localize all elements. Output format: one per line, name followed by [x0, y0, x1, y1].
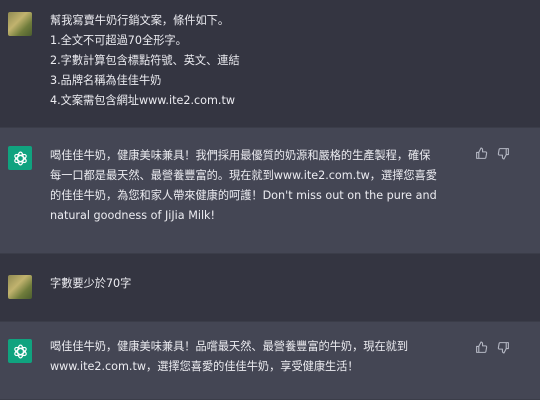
thumbs-up-button[interactable]: [474, 146, 488, 160]
message-actions: [474, 340, 510, 354]
chatgpt-avatar: [8, 146, 32, 170]
message-line: 喝佳佳牛奶，健康美味兼具！我們採用最優質的奶源和嚴格的生產製程，確保: [50, 149, 431, 162]
assistant-message: 喝佳佳牛奶，健康美味兼具！品嚐最天然、最營養豐富的牛奶，現在就到 www.ite…: [0, 321, 540, 400]
assistant-message-text: 喝佳佳牛奶，健康美味兼具！我們採用最優質的奶源和嚴格的生產製程，確保 每一口都是…: [50, 146, 464, 226]
message-line: 每一口都是最天然、最營養豐富的。現在就到www.ite2.com.tw，選擇您喜…: [50, 169, 437, 182]
user-message: 幫我寫賣牛奶行銷文案，條件如下。 1.全文不可超過70全形字。 2.字數計算包含…: [0, 0, 540, 117]
thumbs-up-icon: [475, 341, 487, 353]
message-line: 的佳佳牛奶，為您和家人帶來健康的呵護！Don't miss out on the…: [50, 189, 437, 202]
message-line: 幫我寫賣牛奶行銷文案，條件如下。: [50, 14, 230, 27]
message-line: 字數要少於70字: [50, 277, 132, 290]
user-message-text: 幫我寫賣牛奶行銷文案，條件如下。 1.全文不可超過70全形字。 2.字數計算包含…: [50, 11, 464, 111]
chatgpt-logo-icon: [13, 151, 27, 165]
message-line: 喝佳佳牛奶，健康美味兼具！品嚐最天然、最營養豐富的牛奶，現在就到: [50, 340, 409, 353]
message-actions: [474, 146, 510, 160]
user-message: 字數要少於70字: [0, 254, 540, 316]
thumbs-up-icon: [475, 147, 487, 159]
message-line: 2.字數計算包含標點符號、英文、連結: [50, 54, 240, 67]
assistant-message: 喝佳佳牛奶，健康美味兼具！我們採用最優質的奶源和嚴格的生產製程，確保 每一口都是…: [0, 127, 540, 254]
thumbs-down-button[interactable]: [496, 146, 510, 160]
chatgpt-avatar: [8, 339, 32, 363]
thumbs-up-button[interactable]: [474, 340, 488, 354]
thumbs-down-icon: [497, 147, 509, 159]
message-line: 1.全文不可超過70全形字。: [50, 34, 187, 47]
assistant-message-text: 喝佳佳牛奶，健康美味兼具！品嚐最天然、最營養豐富的牛奶，現在就到 www.ite…: [50, 337, 464, 377]
chat-thread: 幫我寫賣牛奶行銷文案，條件如下。 1.全文不可超過70全形字。 2.字數計算包含…: [0, 0, 540, 400]
message-line: 3.品牌名稱為佳佳牛奶: [50, 74, 162, 87]
message-line: 4.文案需包含網址www.ite2.com.tw: [50, 94, 236, 107]
message-line: www.ite2.com.tw，選擇您喜愛的佳佳牛奶，享受健康生活！: [50, 360, 359, 373]
user-avatar: [8, 275, 32, 299]
message-line: natural goodness of JiJia Milk!: [50, 209, 216, 222]
thumbs-down-button[interactable]: [496, 340, 510, 354]
thumbs-down-icon: [497, 341, 509, 353]
user-avatar: [8, 12, 32, 36]
chatgpt-logo-icon: [13, 344, 27, 358]
user-message-text: 字數要少於70字: [50, 274, 464, 294]
